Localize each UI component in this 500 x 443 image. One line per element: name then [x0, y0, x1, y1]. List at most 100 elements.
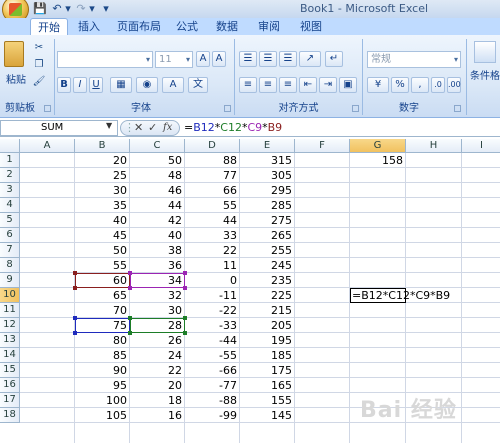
shrink-font-button[interactable]: A	[212, 51, 226, 67]
row-header-9[interactable]: 9	[0, 273, 20, 288]
row-header-18[interactable]: 18	[0, 408, 20, 423]
cell-e4[interactable]: 285	[240, 198, 295, 213]
grow-font-button[interactable]: A	[196, 51, 210, 67]
cell-d16[interactable]: -77	[185, 378, 240, 393]
formula-input[interactable]: =B12*C12*C9*B9	[184, 120, 282, 136]
ref-handle[interactable]	[73, 316, 77, 320]
cell-b4[interactable]: 35	[75, 198, 130, 213]
cell-c6[interactable]: 40	[130, 228, 185, 243]
cell-d11[interactable]: -22	[185, 303, 240, 318]
cell-b2[interactable]: 25	[75, 168, 130, 183]
insert-function-button[interactable]: fx	[163, 121, 177, 135]
row-header-7[interactable]: 7	[0, 243, 20, 258]
cell-b8[interactable]: 55	[75, 258, 130, 273]
borders-button[interactable]: ▦	[110, 77, 132, 93]
cell-b13[interactable]: 80	[75, 333, 130, 348]
cell-d10[interactable]: -11	[185, 288, 240, 303]
ref-box-b9[interactable]	[75, 273, 130, 288]
row-header-3[interactable]: 3	[0, 183, 20, 198]
active-cell-editor[interactable]: =B12*C12*C9*B9	[350, 288, 450, 303]
cell-d9[interactable]: 0	[185, 273, 240, 288]
cell-d18[interactable]: -99	[185, 408, 240, 423]
cell-b5[interactable]: 40	[75, 213, 130, 228]
row-header-12[interactable]: 12	[0, 318, 20, 333]
cell-e7[interactable]: 255	[240, 243, 295, 258]
cell-e6[interactable]: 265	[240, 228, 295, 243]
percent-button[interactable]: %	[391, 77, 409, 93]
decrease-decimal-button[interactable]: .00	[447, 77, 461, 93]
column-header-h[interactable]: H	[406, 139, 462, 153]
underline-button[interactable]: U	[89, 77, 103, 93]
cell-b15[interactable]: 90	[75, 363, 130, 378]
copy-icon[interactable]: ❐	[32, 58, 46, 72]
cell-e10[interactable]: 225	[240, 288, 295, 303]
ref-handle[interactable]	[73, 331, 77, 335]
column-header-g[interactable]: G	[350, 139, 406, 153]
row-header-17[interactable]: 17	[0, 393, 20, 408]
customize-toolbar-icon[interactable]: ▾	[101, 1, 111, 16]
select-all-corner[interactable]	[0, 139, 20, 153]
cell-d17[interactable]: -88	[185, 393, 240, 408]
align-bottom-button[interactable]: ☰	[279, 51, 297, 67]
cell-d14[interactable]: -55	[185, 348, 240, 363]
row-header-14[interactable]: 14	[0, 348, 20, 363]
cell-d5[interactable]: 44	[185, 213, 240, 228]
row-header-15[interactable]: 15	[0, 363, 20, 378]
ref-handle[interactable]	[128, 331, 132, 335]
cell-c11[interactable]: 30	[130, 303, 185, 318]
tab-insert[interactable]: 插入	[74, 18, 104, 35]
enter-icon[interactable]: ✓	[148, 121, 160, 135]
cell-c1[interactable]: 50	[130, 153, 185, 168]
wrap-text-button[interactable]: ↵	[325, 51, 343, 67]
font-size-combo[interactable]: 11 ▾	[155, 51, 193, 68]
tab-home[interactable]: 开始	[30, 18, 68, 36]
tab-review[interactable]: 审阅	[254, 18, 284, 35]
ref-handle[interactable]	[183, 331, 187, 335]
column-header-f[interactable]: F	[295, 139, 350, 153]
cell-e3[interactable]: 295	[240, 183, 295, 198]
conditional-format-icon[interactable]	[474, 41, 496, 63]
cell-d8[interactable]: 11	[185, 258, 240, 273]
align-middle-button[interactable]: ☰	[259, 51, 277, 67]
ref-handle[interactable]	[183, 286, 187, 290]
clipboard-launcher-icon[interactable]	[44, 105, 51, 112]
increase-indent-button[interactable]: ⇥	[319, 77, 337, 93]
cell-e1[interactable]: 315	[240, 153, 295, 168]
ref-box-b12[interactable]	[75, 318, 130, 333]
cancel-icon[interactable]: ✕	[134, 121, 146, 135]
cell-c10[interactable]: 32	[130, 288, 185, 303]
cell-e15[interactable]: 175	[240, 363, 295, 378]
cell-c2[interactable]: 48	[130, 168, 185, 183]
cell-e8[interactable]: 245	[240, 258, 295, 273]
cell-b18[interactable]: 105	[75, 408, 130, 423]
column-header-c[interactable]: C	[130, 139, 185, 153]
cell-c13[interactable]: 26	[130, 333, 185, 348]
ref-handle[interactable]	[128, 271, 132, 275]
save-icon[interactable]: 💾	[33, 1, 47, 16]
cell-b7[interactable]: 50	[75, 243, 130, 258]
decrease-indent-button[interactable]: ⇤	[299, 77, 317, 93]
bold-button[interactable]: B	[57, 77, 71, 93]
cell-b10[interactable]: 65	[75, 288, 130, 303]
tab-formulas[interactable]: 公式	[172, 18, 202, 35]
column-header-d[interactable]: D	[185, 139, 240, 153]
cell-d4[interactable]: 55	[185, 198, 240, 213]
ref-handle[interactable]	[73, 271, 77, 275]
cell-e2[interactable]: 305	[240, 168, 295, 183]
row-header-16[interactable]: 16	[0, 378, 20, 393]
cell-b17[interactable]: 100	[75, 393, 130, 408]
cell-d13[interactable]: -44	[185, 333, 240, 348]
comma-button[interactable]: ,	[411, 77, 429, 93]
cell-e5[interactable]: 275	[240, 213, 295, 228]
cell-b11[interactable]: 70	[75, 303, 130, 318]
align-top-button[interactable]: ☰	[239, 51, 257, 67]
undo-dropdown-icon[interactable]: ▾	[64, 1, 72, 16]
column-header-e[interactable]: E	[240, 139, 295, 153]
row-header-13[interactable]: 13	[0, 333, 20, 348]
cell-d15[interactable]: -66	[185, 363, 240, 378]
cell-c18[interactable]: 16	[130, 408, 185, 423]
tab-data[interactable]: 数据	[212, 18, 242, 35]
cell-d7[interactable]: 22	[185, 243, 240, 258]
cell-d2[interactable]: 77	[185, 168, 240, 183]
cell-e12[interactable]: 205	[240, 318, 295, 333]
